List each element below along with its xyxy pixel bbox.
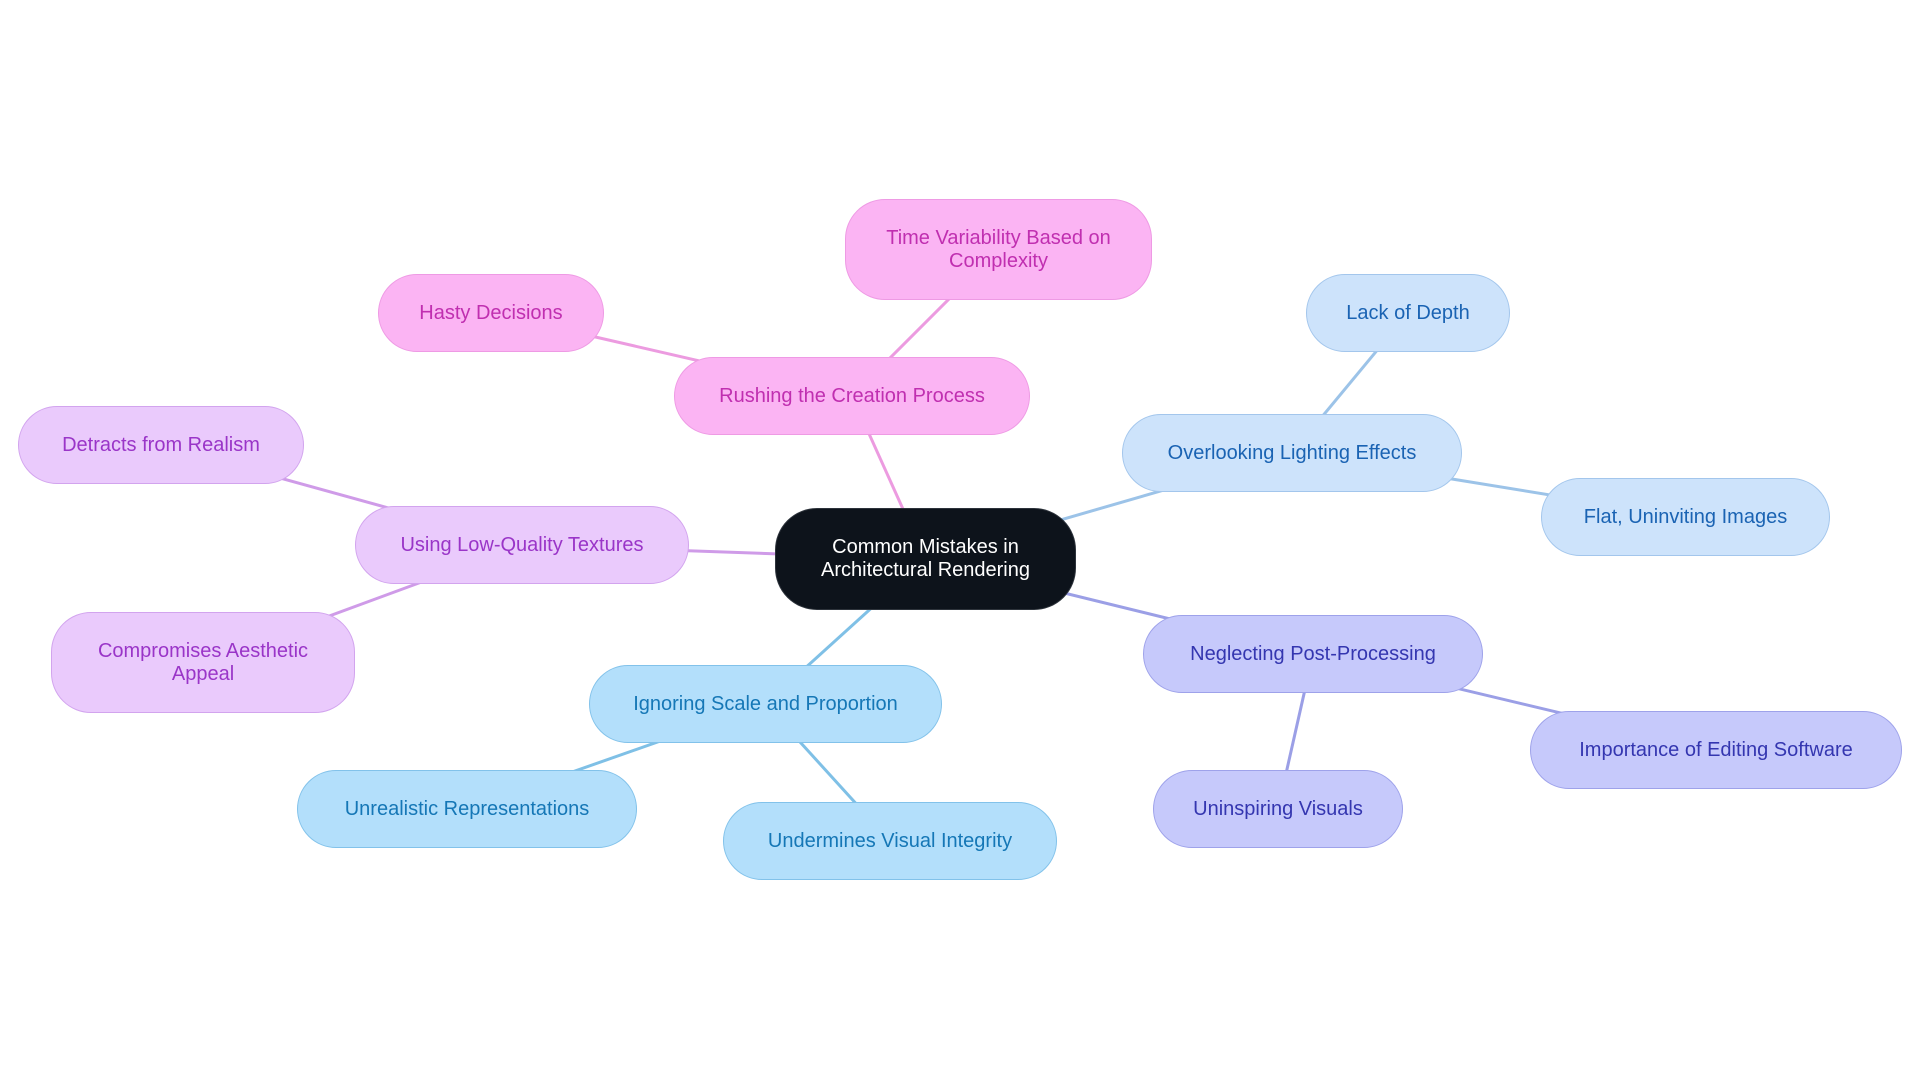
leaf-node-flat[interactable]: Flat, Uninviting Images xyxy=(1541,478,1830,556)
node-label: Unrealistic Representations xyxy=(344,797,590,820)
node-label: Importance of Editing Software xyxy=(1579,738,1853,761)
node-label: Rushing the Creation Process xyxy=(719,384,985,407)
branch-node-post[interactable]: Neglecting Post-Processing xyxy=(1143,615,1483,693)
node-label: Time Variability Based on Complexity xyxy=(886,226,1111,272)
node-label: Neglecting Post-Processing xyxy=(1190,642,1436,665)
branch-node-textures[interactable]: Using Low-Quality Textures xyxy=(355,506,689,584)
node-label: Detracts from Realism xyxy=(62,433,260,456)
leaf-node-depth[interactable]: Lack of Depth xyxy=(1306,274,1510,352)
root-node[interactable]: Common Mistakes in Architectural Renderi… xyxy=(775,508,1076,610)
node-label: Flat, Uninviting Images xyxy=(1583,505,1788,528)
node-label: Lack of Depth xyxy=(1346,301,1470,324)
node-label: Hasty Decisions xyxy=(419,301,563,324)
branch-node-scale[interactable]: Ignoring Scale and Proportion xyxy=(589,665,942,743)
node-label: Uninspiring Visuals xyxy=(1193,797,1363,820)
branch-node-rushing[interactable]: Rushing the Creation Process xyxy=(674,357,1030,435)
leaf-node-aesthetic[interactable]: Compromises Aesthetic Appeal xyxy=(51,612,355,713)
leaf-node-time[interactable]: Time Variability Based on Complexity xyxy=(845,199,1152,300)
leaf-node-integrity[interactable]: Undermines Visual Integrity xyxy=(723,802,1057,880)
leaf-node-realism[interactable]: Detracts from Realism xyxy=(18,406,304,484)
leaf-node-unrealistic[interactable]: Unrealistic Representations xyxy=(297,770,637,848)
node-label: Undermines Visual Integrity xyxy=(767,829,1013,852)
node-label: Ignoring Scale and Proportion xyxy=(633,692,898,715)
leaf-node-software[interactable]: Importance of Editing Software xyxy=(1530,711,1902,789)
node-label: Overlooking Lighting Effects xyxy=(1167,441,1417,464)
node-label: Common Mistakes in Architectural Renderi… xyxy=(821,536,1030,581)
branch-node-lighting[interactable]: Overlooking Lighting Effects xyxy=(1122,414,1462,492)
leaf-node-uninspiring[interactable]: Uninspiring Visuals xyxy=(1153,770,1403,848)
node-label: Using Low-Quality Textures xyxy=(400,533,644,556)
leaf-node-hasty[interactable]: Hasty Decisions xyxy=(378,274,604,352)
node-label: Compromises Aesthetic Appeal xyxy=(97,639,309,685)
